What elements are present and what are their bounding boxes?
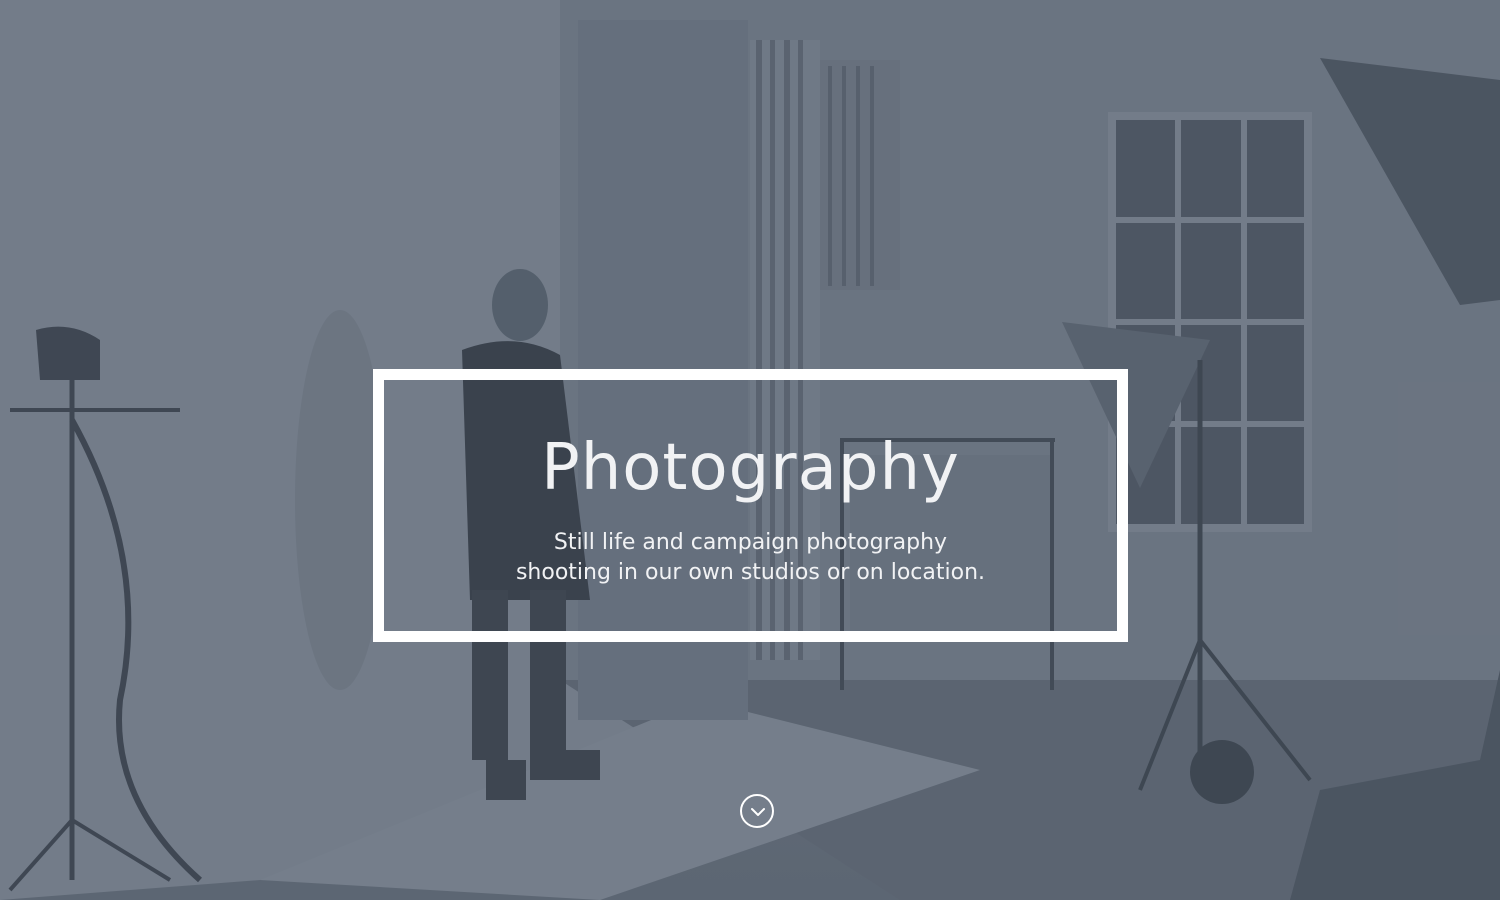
hero-section: Photography Still life and campaign phot… — [0, 0, 1500, 900]
scroll-down-button[interactable] — [740, 794, 774, 828]
chevron-down-icon — [751, 808, 765, 816]
hero-subtitle: Still life and campaign photography shoo… — [384, 528, 1117, 588]
hero-subtitle-line-2: shooting in our own studios or on locati… — [515, 560, 986, 585]
page-title: Photography — [541, 431, 960, 505]
hero-title-frame: Photography Still life and campaign phot… — [373, 369, 1128, 642]
hero-subtitle-line-1: Still life and campaign photography — [553, 530, 948, 555]
